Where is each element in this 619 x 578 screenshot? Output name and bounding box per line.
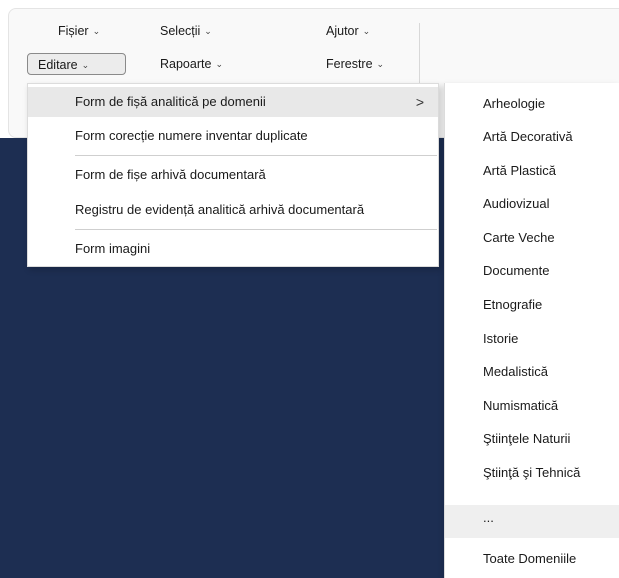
- menu-item-label: Form de fișă analitică pe domenii: [75, 94, 266, 109]
- menu-item-label: Form de fișe arhivă documentară: [75, 167, 266, 182]
- chevron-down-icon: ⌄: [81, 60, 90, 70]
- menu-selectii-label: Selecții: [160, 24, 201, 38]
- submenu-item-stiinta-tehnica[interactable]: Ştiinţă şi Tehnică: [445, 457, 619, 489]
- menu-editare-label: Editare: [38, 58, 78, 72]
- submenu-item-medalistica[interactable]: Medalistică: [445, 356, 619, 388]
- menu-ferestre-label: Ferestre: [326, 57, 373, 71]
- editare-dropdown-menu: Form de fișă analitică pe domenii > Form…: [27, 83, 439, 267]
- submenu-item-label: Audiovizual: [483, 196, 550, 211]
- chevron-down-icon: ⌄: [376, 59, 385, 69]
- submenu-item-label: Etnografie: [483, 297, 543, 312]
- submenu-item-label: Arheologie: [483, 96, 546, 111]
- domenii-submenu: Arheologie Artă Decorativă Artă Plastică…: [444, 83, 619, 578]
- submenu-item-label: Documente: [483, 263, 550, 278]
- submenu-item-stiintele-naturii[interactable]: Ştiinţele Naturii: [445, 423, 619, 455]
- submenu-item-label: Ştiinţele Naturii: [483, 431, 571, 446]
- menu-item-registru-evidenta[interactable]: Registru de evidență analitică arhivă do…: [28, 195, 438, 225]
- submenu-item-label: Artă Decorativă: [483, 129, 573, 144]
- menu-item-form-imagini[interactable]: Form imagini: [28, 234, 438, 264]
- submenu-item-label: Numismatică: [483, 398, 559, 413]
- menu-editare[interactable]: Editare ⌄: [27, 53, 126, 75]
- submenu-item-label: Carte Veche: [483, 230, 555, 245]
- submenu-item-label: Medalistică: [483, 364, 549, 379]
- menu-fisier[interactable]: Fișier ⌄: [58, 20, 100, 42]
- submenu-item-label: Toate Domeniile: [483, 551, 577, 566]
- menu-item-label: Registru de evidență analitică arhivă do…: [75, 202, 365, 217]
- submenu-item-label: Artă Plastică: [483, 163, 556, 178]
- menu-item-fisa-analitica[interactable]: Form de fișă analitică pe domenii >: [28, 87, 438, 117]
- submenu-item-documente[interactable]: Documente: [445, 255, 619, 287]
- submenu-item-arta-plastica[interactable]: Artă Plastică: [445, 155, 619, 187]
- menu-selectii[interactable]: Selecții ⌄: [160, 20, 212, 42]
- chevron-down-icon: ⌄: [215, 59, 223, 69]
- submenu-item-etnografie[interactable]: Etnografie: [445, 289, 619, 321]
- menu-ferestre[interactable]: Ferestre ⌄: [326, 53, 384, 75]
- menu-item-corectie-inventar[interactable]: Form corecție numere inventar duplicate: [28, 121, 438, 151]
- menu-item-fise-arhiva[interactable]: Form de fișe arhivă documentară: [28, 160, 438, 190]
- chevron-down-icon: ⌄: [362, 26, 371, 36]
- menu-fisier-label: Fișier: [58, 24, 89, 38]
- menu-item-label: Form imagini: [75, 241, 151, 256]
- submenu-item-label: ...: [483, 510, 494, 525]
- menu-separator: [75, 229, 437, 230]
- chevron-down-icon: ⌄: [92, 26, 101, 36]
- menu-item-label: Form corecție numere inventar duplicate: [75, 128, 308, 143]
- submenu-item-arta-decorativa[interactable]: Artă Decorativă: [445, 121, 619, 153]
- submenu-item-toate-domeniile[interactable]: Toate Domeniile: [445, 543, 619, 575]
- menu-rapoarte-label: Rapoarte: [160, 57, 212, 71]
- submenu-item-istorie[interactable]: Istorie: [445, 323, 619, 355]
- menu-ajutor-label: Ajutor: [326, 24, 359, 38]
- submenu-item-arheologie[interactable]: Arheologie: [445, 88, 619, 120]
- submenu-item-label: Ştiinţă şi Tehnică: [483, 465, 581, 480]
- submenu-item-numismatica[interactable]: Numismatică: [445, 390, 619, 422]
- submenu-item-carte-veche[interactable]: Carte Veche: [445, 222, 619, 254]
- chevron-right-icon: >: [415, 94, 424, 110]
- submenu-item-audiovizual[interactable]: Audiovizual: [445, 188, 619, 220]
- submenu-item-more[interactable]: ...: [445, 505, 619, 538]
- chevron-down-icon: ⌄: [204, 26, 212, 36]
- menu-rapoarte[interactable]: Rapoarte ⌄: [160, 53, 223, 75]
- submenu-item-label: Istorie: [483, 331, 519, 346]
- menu-ajutor[interactable]: Ajutor ⌄: [326, 20, 370, 42]
- menu-separator: [75, 155, 437, 156]
